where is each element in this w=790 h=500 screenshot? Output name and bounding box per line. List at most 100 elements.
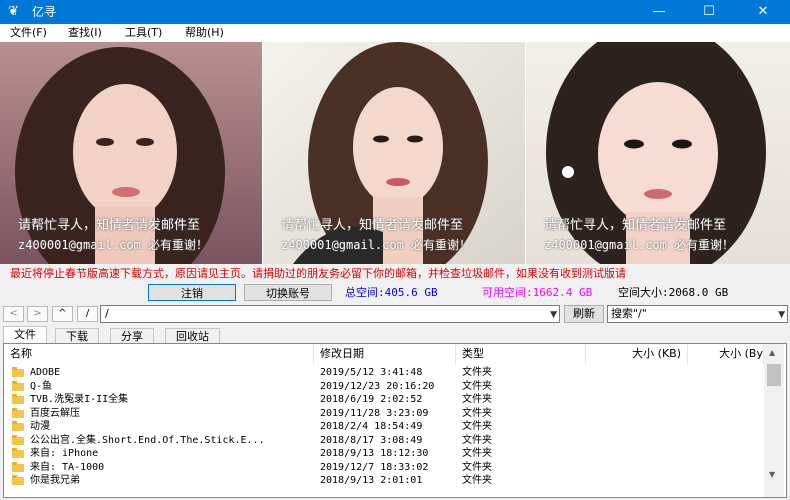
- file-row[interactable]: ADOBE 2019/5/12 3:41:48 文件夹: [4, 366, 766, 379]
- folder-icon: [12, 367, 24, 377]
- column-header-size-bytes[interactable]: 大小 (By: [688, 344, 764, 364]
- file-type: 文件夹: [462, 407, 492, 419]
- menu-tools[interactable]: 工具(T): [125, 25, 162, 41]
- file-row[interactable]: 百度云解压 2019/11/28 3:23:09 文件夹: [4, 407, 766, 420]
- scroll-down-arrow-icon[interactable]: ▼: [769, 470, 775, 479]
- window-title: 亿寻: [32, 5, 57, 19]
- file-name: 公公出宫.全集.Short.End.Of.The.Stick.E...: [30, 434, 265, 446]
- file-date: 2018/8/17 3:08:49: [320, 434, 423, 446]
- title-bar: ❦ 亿寻 — ☐ ✕: [0, 0, 790, 24]
- tab-shares[interactable]: 分享: [110, 328, 154, 344]
- root-icon: /: [85, 308, 90, 319]
- banner-photo-3[interactable]: 请帮忙寻人，知情者请发邮件至 z400001@gmail.com 必有重谢！: [526, 42, 790, 264]
- switch-account-button[interactable]: 切换账号: [244, 284, 332, 301]
- banner-caption-3: 请帮忙寻人，知情者请发邮件至: [544, 218, 727, 233]
- file-name: 你是我兄弟: [30, 475, 80, 486]
- file-name: Q-鱼: [30, 380, 53, 392]
- file-name: ADOBE: [30, 367, 61, 378]
- path-value: /: [105, 307, 109, 320]
- file-name: 百度云解压: [30, 407, 80, 419]
- column-header-size-kb[interactable]: 大小 (KB): [586, 344, 688, 364]
- file-type: 文件夹: [462, 421, 492, 432]
- forward-icon: >: [33, 308, 42, 319]
- folder-icon: [12, 407, 24, 418]
- file-name: 来自: TA-1000: [30, 461, 105, 473]
- chevron-down-icon[interactable]: ▼: [550, 307, 557, 323]
- file-row[interactable]: 来自: iPhone 2018/9/13 18:12:30 文件夹: [4, 447, 766, 460]
- maximize-button[interactable]: ☐: [686, 0, 732, 24]
- folder-icon: [12, 448, 24, 458]
- menu-file[interactable]: 文件(F): [10, 25, 47, 41]
- file-date: 2019/12/23 20:16:20: [320, 380, 435, 392]
- menu-search[interactable]: 查找(I): [68, 25, 102, 41]
- file-row[interactable]: 公公出宫.全集.Short.End.Of.The.Stick.E... 2018/…: [4, 434, 766, 447]
- banner-email-1: z400001@gmail.com 必有重谢！: [18, 238, 209, 252]
- file-type: 文件夹: [462, 380, 492, 392]
- forward-button[interactable]: >: [27, 306, 48, 322]
- banner-photo-2[interactable]: 请帮忙寻人，知情者请发邮件至 z400001@gmail.com 必有重谢！: [263, 42, 525, 264]
- column-header-name[interactable]: 名称: [4, 344, 314, 364]
- folder-icon: [12, 421, 24, 431]
- up-button[interactable]: ^: [52, 306, 73, 322]
- file-name: 来自: iPhone: [30, 448, 99, 459]
- file-type: 文件夹: [462, 448, 492, 459]
- file-date: 2018/6/19 2:02:52: [320, 394, 423, 405]
- menu-bar: 文件(F) 查找(I) 工具(T) 帮助(H): [0, 24, 790, 42]
- root-button[interactable]: /: [77, 306, 98, 322]
- file-row[interactable]: 来自: TA-1000 2019/12/7 18:33:02 文件夹: [4, 461, 766, 474]
- file-date: 2019/11/28 3:23:09: [320, 407, 429, 419]
- back-button[interactable]: <: [3, 306, 24, 322]
- file-row[interactable]: Q-鱼 2019/12/23 20:16:20 文件夹: [4, 380, 766, 393]
- banner-email-2: z400001@gmail.com 必有重谢！: [281, 238, 472, 252]
- file-date: 2019/5/12 3:41:48: [320, 367, 423, 378]
- up-icon: ^: [58, 308, 67, 319]
- tab-files[interactable]: 文件: [3, 326, 47, 344]
- banner-caption-1: 请帮忙寻人，知情者请发邮件至: [18, 218, 201, 233]
- folder-icon: [12, 475, 24, 485]
- column-header-type[interactable]: 类型: [456, 344, 586, 364]
- column-header-date[interactable]: 修改日期: [314, 344, 456, 364]
- tab-strip: 文件 下载 分享 回收站: [0, 326, 790, 344]
- folder-icon: [12, 434, 24, 445]
- menu-help[interactable]: 帮助(H): [185, 25, 224, 41]
- file-type: 文件夹: [462, 394, 492, 405]
- file-name: TVB.洗冤录I-II全集: [30, 394, 129, 405]
- back-icon: <: [9, 308, 18, 319]
- total-space-label: 总空间:405.6 GB: [345, 286, 438, 299]
- file-type: 文件夹: [462, 475, 492, 486]
- space-size-label: 空间大小:2068.0 GB: [618, 286, 729, 299]
- file-date: 2018/9/13 18:12:30: [320, 448, 429, 459]
- file-name: 动漫: [30, 421, 50, 432]
- logout-button[interactable]: 注销: [148, 284, 236, 301]
- file-date: 2018/9/13 2:01:01: [320, 475, 423, 486]
- search-combo[interactable]: 搜索"/" ▼: [607, 305, 788, 323]
- folder-icon: [12, 394, 24, 404]
- file-type: 文件夹: [462, 434, 492, 446]
- file-type: 文件夹: [462, 461, 492, 473]
- refresh-button[interactable]: 刷新: [564, 305, 604, 323]
- close-button[interactable]: ✕: [740, 0, 786, 24]
- folder-icon: [12, 380, 24, 391]
- banner-caption-2: 请帮忙寻人，知情者请发邮件至: [281, 218, 464, 233]
- vertical-scrollbar[interactable]: ▲ ▼: [764, 344, 784, 497]
- path-combo[interactable]: / ▼: [100, 305, 560, 323]
- notice-text: 最近将停止春节版高速下载方式，原因请见主页。请捐助过的朋友务必留下你的邮箱，并检…: [10, 267, 626, 280]
- banner: 请帮忙寻人，知情者请发邮件至 z400001@gmail.com 必有重谢！ 请…: [0, 42, 790, 264]
- minimize-button[interactable]: —: [636, 0, 682, 24]
- available-space-label: 可用空间:1662.4 GB: [482, 286, 593, 299]
- folder-icon: [12, 461, 24, 472]
- scrollbar-thumb[interactable]: [767, 364, 781, 386]
- tab-recycle-bin[interactable]: 回收站: [165, 328, 220, 344]
- file-list[interactable]: 名称 修改日期 类型 大小 (KB) 大小 (By ADOBE 2019/5/12…: [3, 343, 787, 498]
- app-logo-icon: ❦: [8, 4, 19, 19]
- file-row[interactable]: TVB.洗冤录I-II全集 2018/6/19 2:02:52 文件夹: [4, 393, 766, 406]
- banner-photo-1[interactable]: 请帮忙寻人，知情者请发邮件至 z400001@gmail.com 必有重谢！: [0, 42, 262, 264]
- file-row[interactable]: 动漫 2018/2/4 18:54:49 文件夹: [4, 420, 766, 433]
- search-value: 搜索"/": [611, 307, 647, 320]
- file-row[interactable]: 你是我兄弟 2018/9/13 2:01:01 文件夹: [4, 474, 766, 487]
- banner-email-3: z400001@gmail.com 必有重谢！: [544, 238, 735, 252]
- tab-downloads[interactable]: 下载: [55, 328, 99, 344]
- file-type: 文件夹: [462, 367, 492, 378]
- chevron-down-icon[interactable]: ▼: [778, 307, 785, 323]
- scroll-up-arrow-icon[interactable]: ▲: [769, 348, 775, 357]
